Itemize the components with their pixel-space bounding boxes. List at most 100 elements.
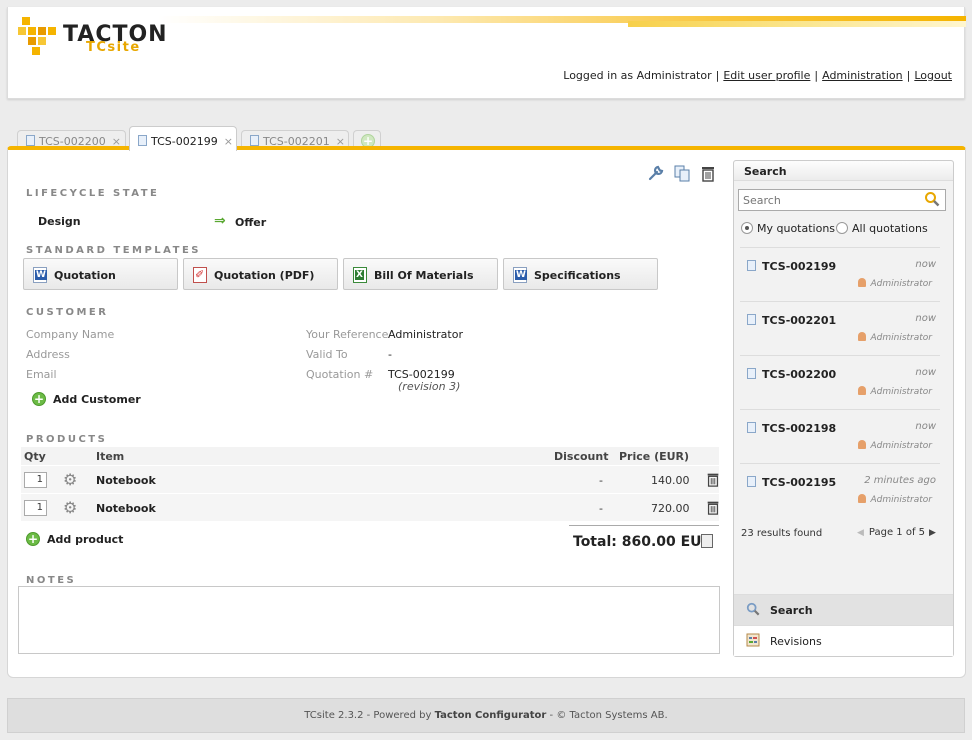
result-id: TCS-002200 [762,368,837,381]
result-user: Administrator [870,333,932,343]
customer-title: CUSTOMER [26,307,109,318]
reference-value: Administrator [388,328,463,341]
my-quotations-radio[interactable]: My quotations [741,222,835,235]
arrow-right-icon: ⇒ [214,213,226,229]
price-header: Price (EUR) [619,450,690,463]
search-sidebar: Search My quotations All quotations TCS-… [733,160,954,657]
add-product-button[interactable]: + Add product [26,532,123,546]
add-customer-button[interactable]: + Add Customer [32,392,141,406]
quotation-pdf-template-button[interactable]: Quotation (PDF) [183,258,338,290]
result-user: Administrator [870,387,932,397]
next-page-icon[interactable]: ▶ [929,528,936,538]
page-header: TACTON TCsite Logged in as Administrator… [7,7,966,99]
email-label: Email [26,368,57,381]
search-result-item[interactable]: TCS-002195 2 minutes ago Administrator [740,463,940,517]
document-icon [747,368,756,379]
price-value: 140.00 [651,474,690,487]
delete-row-icon[interactable] [705,470,721,491]
radio-dot [741,222,753,234]
wrench-icon[interactable] [647,164,665,182]
close-icon[interactable]: × [224,135,233,148]
administration-link[interactable]: Administration [822,69,903,82]
document-icon [747,422,756,433]
user-icon [858,386,867,395]
search-result-item[interactable]: TCS-002200 now Administrator [740,355,940,409]
total-divider [569,525,719,526]
gear-icon[interactable]: ⚙ [63,470,77,489]
prev-page-icon[interactable]: ◀ [857,528,864,538]
search-icon[interactable] [924,191,940,211]
trash-icon[interactable] [699,164,717,182]
add-icon: + [32,392,46,406]
result-time: 2 minutes ago [864,475,936,486]
discount-value: - [599,502,603,515]
qty-input[interactable]: 1 [24,472,47,488]
result-id: TCS-002201 [762,314,837,327]
result-id: TCS-002195 [762,476,837,489]
tacton-logo-mark [18,17,56,55]
product-name: TCsite [86,40,141,55]
table-row: 1 ⚙ Notebook - 140.00 [21,465,719,493]
template-label: Quotation [54,269,116,282]
valid-to-value: - [388,348,392,361]
result-time: now [915,367,936,378]
search-panel-title: Search [744,165,787,178]
footer-prefix: TCsite 2.3.2 - Powered by [304,710,432,721]
notes-textarea[interactable] [18,586,720,654]
revisions-icon [746,633,760,651]
discount-value: - [599,474,603,487]
qty-header: Qty [24,450,46,463]
page-indicator: Page 1 of 5 [868,527,926,538]
user-icon [858,494,867,503]
products-table: Qty Item Discount Price (EUR) 1 ⚙ Notebo… [21,447,719,521]
tab-label: TCS-002199 [151,135,218,148]
add-customer-label: Add Customer [53,393,141,406]
result-id: TCS-002198 [762,422,837,435]
discount-header: Discount [554,450,609,463]
price-value: 720.00 [651,502,690,515]
search-result-item[interactable]: TCS-002201 now Administrator [740,301,940,355]
tab-tcs-002199[interactable]: TCS-002199 × [129,126,237,151]
table-row: 1 ⚙ Notebook - 720.00 [21,493,719,521]
result-time: now [915,421,936,432]
notes-title: NOTES [26,575,77,586]
quotation-template-button[interactable]: Quotation [23,258,178,290]
quotation-number-label: Quotation # [306,368,374,381]
delete-row-icon[interactable] [705,498,721,519]
logout-link[interactable]: Logout [914,69,952,82]
radio-dot [836,222,848,234]
valid-to-label: Valid To [306,348,348,361]
sidebar-item-revisions[interactable]: Revisions [734,625,953,656]
lifecycle-title: LIFECYCLE STATE [26,188,160,199]
sidebar-item-label: Search [770,604,813,617]
template-label: Bill Of Materials [374,269,474,282]
qty-input[interactable]: 1 [24,500,47,516]
edit-profile-link[interactable]: Edit user profile [723,69,810,82]
search-input[interactable] [738,189,946,211]
sidebar-item-label: Revisions [770,635,822,648]
copy-icon[interactable] [673,164,691,182]
total-amount: Total: 860.00 EUR [573,534,713,550]
result-user: Administrator [870,279,932,289]
radio-label: My quotations [757,222,836,235]
all-quotations-radio[interactable]: All quotations [836,222,928,235]
document-icon [26,135,35,146]
search-result-item[interactable]: TCS-002198 now Administrator [740,409,940,463]
result-id: TCS-002199 [762,260,837,273]
gear-icon[interactable]: ⚙ [63,498,77,517]
excel-icon [353,267,367,283]
user-icon [858,440,867,449]
search-result-item[interactable]: TCS-002199 now Administrator [740,247,940,301]
lifecycle-next-link[interactable]: Offer [235,216,266,229]
item-name[interactable]: Notebook [96,502,156,515]
document-icon [747,260,756,271]
logged-in-text: Logged in as Administrator [563,69,712,82]
calculator-icon[interactable] [701,534,713,548]
template-label: Specifications [534,269,621,282]
specifications-template-button[interactable]: Specifications [503,258,658,290]
header-decor-stripe-2 [628,21,966,27]
bill-of-materials-template-button[interactable]: Bill Of Materials [343,258,498,290]
item-name[interactable]: Notebook [96,474,156,487]
word-doc-icon [513,267,527,283]
sidebar-item-search[interactable]: Search [734,594,953,625]
